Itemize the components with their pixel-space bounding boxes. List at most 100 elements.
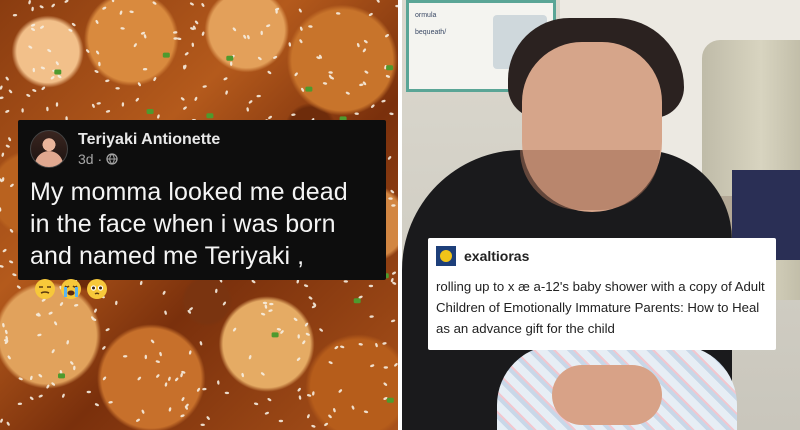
sesame-seed [51, 382, 56, 386]
sesame-seed [168, 407, 172, 412]
sesame-seed [73, 365, 76, 371]
scallion-piece [305, 86, 313, 92]
scallion-piece [54, 69, 62, 75]
sesame-seed [381, 99, 386, 103]
sesame-seed [31, 27, 35, 31]
sesame-seed [115, 87, 120, 90]
sesame-seed [194, 96, 198, 101]
sesame-seed [29, 396, 34, 401]
sesame-seed [38, 394, 43, 398]
author-name[interactable]: Teriyaki Antionette [78, 130, 220, 150]
sesame-seed [328, 71, 333, 74]
sesame-seed [5, 76, 9, 81]
sesame-seed [120, 27, 125, 30]
sesame-seed [390, 319, 396, 323]
sesame-seed [142, 67, 148, 71]
sesame-seed [248, 100, 253, 104]
sesame-seed [18, 377, 23, 381]
sesame-seed [111, 0, 115, 3]
emoji-row [34, 278, 108, 300]
sesame-seed [1, 152, 5, 157]
sesame-seed [66, 340, 69, 345]
sesame-seed [157, 114, 160, 119]
sesame-seed [363, 39, 368, 44]
sesame-seed [95, 19, 99, 24]
sesame-seed [291, 113, 296, 116]
sesame-seed [181, 397, 185, 402]
sesame-seed [102, 346, 106, 350]
sesame-seed [338, 389, 343, 393]
sesame-seed [74, 304, 79, 307]
avatar[interactable] [30, 130, 68, 168]
sesame-seed [278, 419, 284, 423]
sesame-seed [5, 109, 10, 113]
sesame-seed [375, 342, 378, 348]
sesame-seed [363, 410, 369, 414]
sesame-seed [46, 384, 50, 389]
sesame-seed [260, 372, 265, 376]
sesame-seed [354, 112, 359, 115]
sesame-seed [391, 204, 396, 207]
scallion-piece [386, 65, 394, 71]
tumblr-post-text: rolling up to x æ a-12's baby shower wit… [436, 279, 765, 336]
sesame-seed [50, 76, 55, 80]
sesame-seed [257, 56, 262, 61]
sesame-seed [387, 156, 392, 160]
scallion-piece [58, 373, 65, 379]
sesame-seed [0, 207, 2, 212]
sesame-seed [119, 10, 123, 15]
sesame-seed [224, 391, 230, 395]
sesame-seed [217, 380, 220, 385]
sesame-seed [12, 13, 18, 17]
sesame-seed [322, 82, 328, 85]
sesame-seed [137, 376, 142, 381]
sesame-seed [70, 361, 74, 365]
tumblr-post-card: exaltioras rolling up to x æ a-12's baby… [428, 238, 776, 350]
sesame-seed [9, 228, 14, 233]
sesame-seed [389, 112, 394, 116]
sesame-seed [135, 97, 140, 102]
sesame-seed [136, 418, 140, 422]
sesame-seed [306, 394, 312, 397]
sesame-seed [31, 23, 36, 27]
sesame-seed [199, 341, 203, 346]
loudly-crying-face-emoji [61, 279, 81, 300]
sesame-seed [105, 79, 110, 83]
tumblr-username[interactable]: exaltioras [464, 248, 529, 264]
sesame-seed [225, 90, 228, 95]
sesame-seed [7, 355, 11, 360]
sesame-seed [144, 354, 148, 360]
sesame-seed [266, 24, 271, 28]
sesame-seed [71, 22, 76, 27]
sesame-seed [267, 70, 272, 75]
sesame-seed [10, 183, 14, 188]
sesame-seed [0, 265, 4, 268]
sesame-seed [298, 395, 302, 400]
sesame-seed [188, 350, 192, 355]
sesame-seed [21, 108, 24, 113]
sesame-seed [200, 423, 205, 427]
sesame-seed [194, 20, 199, 25]
sesame-seed [102, 6, 107, 10]
sesame-seed [94, 308, 97, 313]
sesame-seed [152, 1, 157, 5]
post-meta: 3d · [78, 150, 220, 168]
tumblr-avatar[interactable] [436, 246, 456, 266]
sesame-seed [359, 83, 364, 87]
sesame-seed [232, 27, 237, 32]
sesame-seed [302, 340, 306, 345]
tweet-header: Teriyaki Antionette 3d · [30, 130, 374, 168]
sesame-seed [32, 67, 36, 73]
sesame-seed [293, 317, 298, 322]
sesame-seed [38, 374, 43, 378]
sesame-seed [334, 345, 339, 350]
sesame-seed [201, 2, 205, 8]
sesame-seed [392, 271, 396, 275]
globe-icon [106, 153, 118, 165]
sesame-seed [31, 6, 34, 12]
sesame-seed [191, 42, 195, 47]
poster-text-2: bequeath/ [415, 29, 447, 36]
sesame-seed [202, 387, 207, 391]
sesame-seed [180, 414, 185, 418]
sesame-seed [64, 0, 69, 3]
